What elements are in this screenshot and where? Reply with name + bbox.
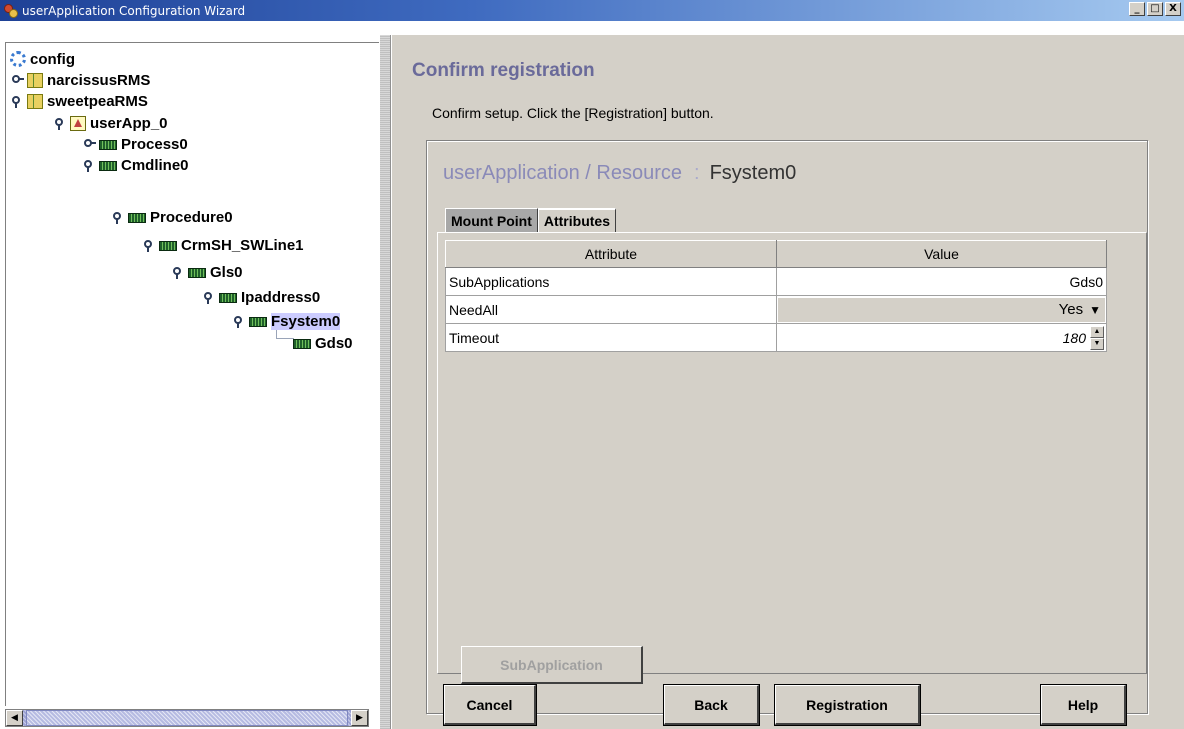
needall-cell: Yes ▼ — [776, 295, 1107, 324]
collapse-handle-icon[interactable] — [173, 266, 184, 279]
tree-horizontal-scrollbar[interactable]: ◀ ▶ — [5, 709, 369, 727]
split-pane-divider[interactable] — [379, 35, 391, 729]
tree-item-ipaddress0[interactable]: Ipaddress0 — [204, 287, 320, 307]
tab-mount-point[interactable]: Mount Point — [445, 208, 538, 232]
needall-value: Yes — [1058, 301, 1084, 318]
tab-attributes[interactable]: Attributes — [537, 208, 616, 232]
tree-item-fsystem0[interactable]: Fsystem0 — [234, 311, 341, 331]
resource-icon — [159, 241, 177, 251]
tree-item-cmdline0[interactable]: Cmdline0 — [84, 155, 189, 175]
attribute-cell: SubApplications — [445, 267, 777, 296]
resource-title: userApplication / Resource: Fsystem0 — [443, 162, 796, 185]
timeout-cell: 180 ▲ ▼ — [776, 323, 1107, 352]
app-logo-icon — [3, 3, 19, 19]
resource-group-box: userApplication / Resource: Fsystem0 Moun… — [426, 140, 1148, 714]
collapse-handle-icon[interactable] — [84, 159, 95, 172]
cancel-button[interactable]: Cancel — [443, 684, 537, 726]
tree-item-label: userApp_0 — [90, 114, 168, 132]
tree-item-label: CrmSH_SWLine1 — [181, 236, 304, 254]
resource-icon — [99, 161, 117, 171]
config-icon — [10, 51, 26, 67]
tree-item-label: Process0 — [121, 135, 188, 153]
needall-dropdown[interactable]: Yes ▼ — [777, 296, 1106, 323]
table-row: NeedAll Yes ▼ — [445, 295, 1107, 324]
resource-name: Fsystem0 — [709, 162, 797, 184]
tree-item-procedure0[interactable]: Procedure0 — [113, 207, 233, 227]
resource-icon — [249, 317, 267, 327]
resource-tree: config narcissusRMS sweetpeaRMS userApp_… — [5, 42, 379, 706]
resource-icon — [293, 339, 311, 349]
maximize-button[interactable]: □ — [1147, 2, 1163, 16]
attribute-cell: NeedAll — [445, 295, 777, 324]
tab-bar: Mount Point Attributes — [445, 208, 616, 232]
collapse-handle-icon[interactable] — [12, 95, 23, 108]
tree-item-userapp[interactable]: userApp_0 — [55, 113, 168, 133]
tree-item-label: narcissusRMS — [47, 71, 151, 89]
tree-item-label: Ipaddress0 — [241, 288, 321, 306]
spin-up-icon[interactable]: ▲ — [1090, 325, 1104, 338]
tree-item-label: Gds0 — [315, 334, 353, 352]
tree-item-label: Cmdline0 — [121, 156, 189, 174]
close-button[interactable]: X — [1165, 2, 1181, 16]
instruction-text: Confirm setup. Click the [Registration] … — [432, 105, 714, 121]
collapse-handle-icon[interactable] — [55, 117, 66, 130]
tree-item-crmsh-swline1[interactable]: CrmSH_SWLine1 — [144, 235, 304, 255]
tree-item-narcissusrms[interactable]: narcissusRMS — [12, 70, 150, 90]
tree-item-config[interactable]: config — [10, 49, 75, 69]
attribute-cell: Timeout — [445, 323, 777, 352]
attribute-table: Attribute Value SubApplications Gds0 Nee… — [445, 240, 1107, 352]
page-title: Confirm registration — [412, 60, 595, 81]
help-button[interactable]: Help — [1040, 684, 1127, 726]
minimize-button[interactable]: _ — [1129, 2, 1145, 16]
registration-button[interactable]: Registration — [774, 684, 921, 726]
subapplication-button[interactable]: SubApplication — [461, 646, 643, 684]
collapse-handle-icon[interactable] — [234, 315, 245, 328]
expand-handle-icon[interactable] — [12, 74, 24, 86]
resource-icon — [128, 213, 146, 223]
timeout-value[interactable]: 180 — [1063, 330, 1090, 346]
tree-item-label: Fsystem0 — [271, 312, 341, 330]
tree-item-label: Gls0 — [210, 263, 243, 281]
table-row: SubApplications Gds0 — [445, 267, 1107, 296]
scroll-right-icon[interactable]: ▶ — [351, 710, 368, 726]
tree-item-gds0[interactable]: Gds0 — [293, 333, 353, 353]
resource-separator: : — [694, 162, 700, 184]
scrollbar-thumb[interactable] — [26, 710, 348, 726]
timeout-spinner[interactable]: 180 ▲ ▼ — [777, 325, 1104, 351]
tree-item-label: Procedure0 — [150, 208, 233, 226]
window-controls: _ □ X — [1129, 2, 1181, 16]
tree-item-sweetpearms[interactable]: sweetpeaRMS — [12, 91, 148, 111]
collapse-handle-icon[interactable] — [204, 291, 215, 304]
chevron-down-icon[interactable]: ▼ — [1089, 303, 1101, 317]
tree-item-label: sweetpeaRMS — [47, 92, 148, 110]
resource-icon — [99, 140, 117, 150]
table-row: Timeout 180 ▲ ▼ — [445, 323, 1107, 352]
resource-path-label: userApplication / Resource — [443, 162, 683, 184]
collapse-handle-icon[interactable] — [144, 239, 155, 252]
column-header-attribute[interactable]: Attribute — [445, 240, 777, 268]
scroll-left-icon[interactable]: ◀ — [6, 710, 23, 726]
title-bar: userApplication Configuration Wizard _ □… — [0, 0, 1184, 21]
wizard-content: Confirm registration Confirm setup. Clic… — [392, 35, 1184, 729]
tree-item-gls0[interactable]: Gls0 — [173, 262, 243, 282]
expand-handle-icon[interactable] — [84, 138, 96, 150]
node-icon — [27, 93, 43, 109]
window-title: userApplication Configuration Wizard — [22, 3, 246, 18]
collapse-handle-icon[interactable] — [113, 211, 124, 224]
resource-icon — [219, 293, 237, 303]
resource-icon — [188, 268, 206, 278]
node-icon — [27, 72, 43, 88]
subapplications-value: Gds0 — [776, 267, 1107, 296]
tree-item-process0[interactable]: Process0 — [84, 134, 188, 154]
app-icon — [70, 115, 86, 131]
back-button[interactable]: Back — [663, 684, 760, 726]
spin-down-icon[interactable]: ▼ — [1090, 337, 1104, 350]
tree-item-label: config — [30, 50, 75, 68]
column-header-value[interactable]: Value — [776, 240, 1107, 268]
